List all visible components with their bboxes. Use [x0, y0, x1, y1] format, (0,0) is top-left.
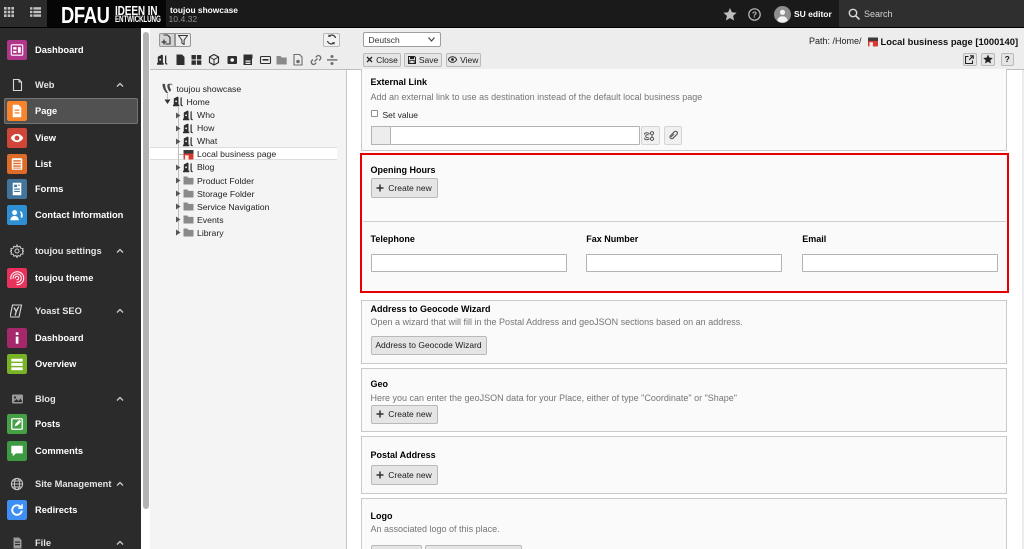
svg-text:?: ? [751, 9, 756, 19]
